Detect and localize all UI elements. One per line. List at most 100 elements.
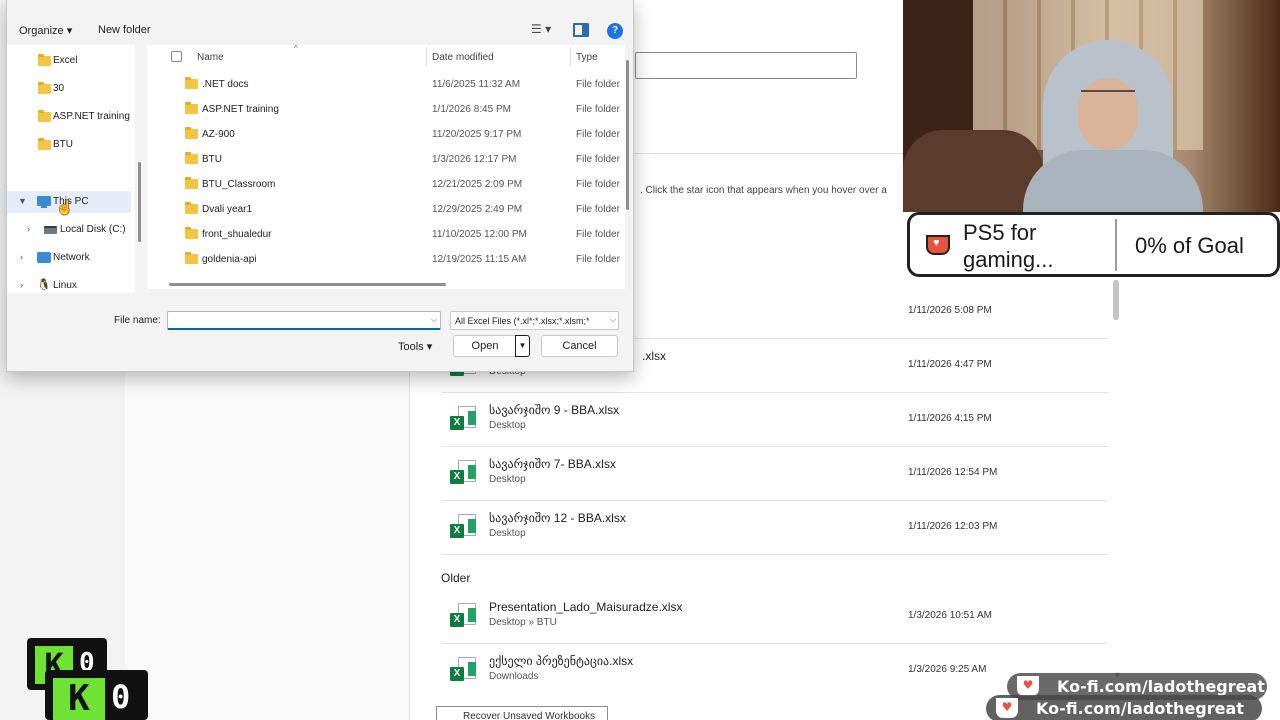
sort-ascending-icon: ^ xyxy=(294,45,298,53)
column-type[interactable]: Type xyxy=(576,52,598,63)
file-path: Desktop xyxy=(489,474,526,485)
column-divider[interactable] xyxy=(570,47,571,67)
excel-file-icon: X xyxy=(450,514,476,540)
nav-item-network[interactable]: › Network xyxy=(7,247,131,269)
excel-file-icon: X xyxy=(450,406,476,432)
file-row[interactable]: ASP.NET training 1/1/2026 8:45 PM File f… xyxy=(147,97,625,122)
computer-icon xyxy=(37,196,51,208)
kofi-k-icon: K xyxy=(53,678,105,720)
folder-icon xyxy=(38,138,51,150)
older-heading: Older xyxy=(441,571,471,585)
excel-file-icon: X xyxy=(450,657,476,683)
file-name: სავარჯიშო 9 - BBA.xlsx xyxy=(489,403,620,417)
file-name: ექსელი პრეზენტაცია.xlsx xyxy=(489,654,634,668)
column-date-modified[interactable]: Date modified xyxy=(432,52,494,63)
folder-icon xyxy=(185,227,198,239)
divider xyxy=(1115,219,1117,271)
column-header: ^ Name Date modified Type xyxy=(147,45,625,69)
file-path: Desktop » BTU xyxy=(489,617,557,628)
recent-file-row[interactable]: X სავარჯიშო 7- BBA.xlsx Desktop 1/11/202… xyxy=(442,447,1108,501)
recover-unsaved-workbooks-button[interactable]: Recover Unsaved Workbooks xyxy=(436,706,608,720)
organize-button[interactable]: Organize ▾ xyxy=(19,24,72,37)
chevron-right-icon[interactable]: › xyxy=(20,280,23,290)
kofi-cup-icon: ♥ xyxy=(1017,676,1039,696)
file-type-select[interactable]: All Excel Files (*.xl*;*.xlsx;*.xlsm;* xyxy=(450,311,619,330)
file-date: 1/11/2026 4:47 PM xyxy=(908,359,992,370)
excel-file-icon: X xyxy=(450,603,476,629)
nav-item-linux[interactable]: › 🐧 Linux xyxy=(7,275,131,293)
nav-item-btu[interactable]: BTU xyxy=(7,134,131,156)
file-name: სავარჯიშო 12 - BBA.xlsx xyxy=(489,511,626,525)
cancel-button[interactable]: Cancel xyxy=(541,335,618,357)
file-row[interactable]: Dvali year1 12/29/2025 2:49 PM File fold… xyxy=(147,197,625,222)
file-path: Desktop xyxy=(489,420,526,431)
file-row[interactable]: BTU 1/3/2026 12:17 PM File folder xyxy=(147,147,625,172)
nav-item-asp-net-training[interactable]: ASP.NET training xyxy=(7,106,131,128)
view-options-icon[interactable]: ☰ ▾ xyxy=(531,22,559,40)
chevron-right-icon[interactable]: › xyxy=(27,224,30,234)
file-path: Downloads xyxy=(489,671,539,682)
recent-file-row[interactable]: X სავარჯიშო 12 - BBA.xlsx Desktop 1/11/2… xyxy=(442,501,1108,555)
folder-icon xyxy=(185,77,198,89)
chevron-down-icon[interactable]: ▼ xyxy=(18,196,27,206)
file-row[interactable]: front_shualedur 11/10/2025 12:00 PM File… xyxy=(147,222,625,247)
chevron-down-icon[interactable]: ⌵ xyxy=(610,315,616,325)
hand-cursor-icon: ☝ xyxy=(56,199,74,215)
file-date: 1/11/2026 4:15 PM xyxy=(908,413,992,424)
open-button[interactable]: Open xyxy=(453,335,517,357)
folder-icon xyxy=(185,252,198,264)
open-file-dialog: Organize ▾ New folder ☰ ▾ ? Excel 30 ASP… xyxy=(6,0,634,372)
select-all-checkbox[interactable] xyxy=(171,51,182,62)
file-date: 1/3/2026 9:25 AM xyxy=(908,664,987,675)
folder-icon xyxy=(185,177,198,189)
file-name: სავარჯიშო 7- BBA.xlsx xyxy=(489,457,616,471)
open-options-dropdown[interactable]: ▼ xyxy=(515,335,530,357)
scrollbar[interactable] xyxy=(1113,280,1119,320)
column-divider[interactable] xyxy=(426,47,427,67)
folder-icon xyxy=(185,152,198,164)
file-path: Desktop xyxy=(489,528,526,539)
file-name: .xlsx xyxy=(642,349,666,363)
backstage-search-input[interactable] xyxy=(635,52,857,79)
pin-tip-text: . Click the star icon that appears when … xyxy=(640,185,887,196)
folder-icon xyxy=(38,82,51,94)
new-folder-button[interactable]: New folder xyxy=(98,24,151,36)
file-name-input[interactable] xyxy=(167,311,441,330)
folder-icon xyxy=(185,202,198,214)
linux-penguin-icon: 🐧 xyxy=(37,279,51,291)
older-file-row[interactable]: X Presentation_Lado_Maisuradze.xlsx Desk… xyxy=(442,590,1108,644)
recent-file-row[interactable]: X სავარჯიშო 9 - BBA.xlsx Desktop 1/11/20… xyxy=(442,393,1108,447)
nav-item-local-disk[interactable]: › Local Disk (C:) xyxy=(7,219,131,241)
kofi-goal-widget: PS5 for gaming... 0% of Goal xyxy=(907,212,1280,277)
file-date: 1/11/2026 5:08 PM xyxy=(908,305,992,316)
help-icon[interactable]: ? xyxy=(607,23,623,39)
file-list-horizontal-scrollbar[interactable] xyxy=(169,283,446,286)
dialog-toolbar: Organize ▾ New folder ☰ ▾ ? xyxy=(7,18,633,44)
nav-scrollbar[interactable] xyxy=(138,162,141,242)
file-date: 1/3/2026 10:51 AM xyxy=(908,610,992,621)
folder-icon xyxy=(38,54,51,66)
chevron-right-icon[interactable]: › xyxy=(20,252,23,262)
file-row[interactable]: .NET docs 11/6/2025 11:32 AM File folder xyxy=(147,72,625,97)
file-list-vertical-scrollbar[interactable] xyxy=(626,60,629,210)
column-name[interactable]: Name xyxy=(197,52,224,63)
file-list: ^ Name Date modified Type .NET docs 11/6… xyxy=(147,45,625,289)
file-row[interactable]: goldenia-api 12/19/2025 11:15 AM File fo… xyxy=(147,247,625,272)
nav-item-excel[interactable]: Excel xyxy=(7,50,131,72)
file-date: 1/11/2026 12:03 PM xyxy=(908,521,998,532)
kofi-link-banner[interactable]: ♥ Ko-fi.com/ladothegreat xyxy=(986,695,1262,720)
file-name: Presentation_Lado_Maisuradze.xlsx xyxy=(489,600,683,614)
file-name-label: File name: xyxy=(114,315,161,326)
chevron-down-icon[interactable]: ⌵ xyxy=(431,315,437,325)
preview-pane-icon[interactable] xyxy=(573,23,589,37)
nav-item-30[interactable]: 30 xyxy=(7,78,131,100)
folder-icon xyxy=(185,102,198,114)
webcam-feed xyxy=(903,0,1280,212)
file-row[interactable]: AZ-900 11/20/2025 9:17 PM File folder xyxy=(147,122,625,147)
kofi-cup-icon: ♥ xyxy=(996,698,1018,718)
file-row[interactable]: BTU_Classroom 12/21/2025 2:09 PM File fo… xyxy=(147,172,625,197)
folder-icon xyxy=(185,127,198,139)
navigation-pane: Excel 30 ASP.NET training BTU ▼ This PC … xyxy=(7,45,135,293)
tools-button[interactable]: Tools ▾ xyxy=(398,340,432,353)
goal-progress: 0% of Goal xyxy=(1135,233,1244,258)
